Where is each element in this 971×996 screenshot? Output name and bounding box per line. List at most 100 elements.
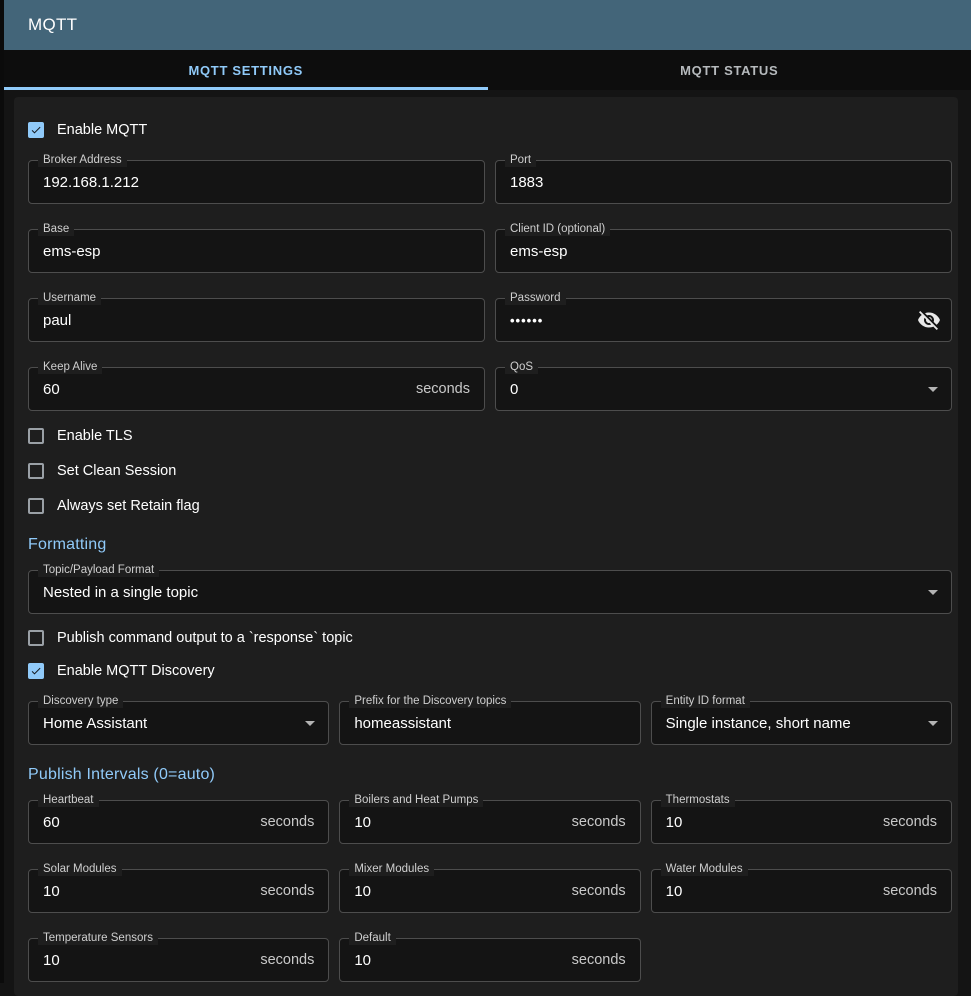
checkmark-icon	[30, 664, 42, 678]
settings-panel: Enable MQTT Broker Address 192.168.1.212…	[14, 97, 958, 996]
qos-label: QoS	[505, 361, 538, 374]
tab-mqtt-status-label: MQTT STATUS	[680, 63, 778, 78]
default-value: 10	[354, 952, 563, 969]
boilers-interval-field[interactable]: Boilers and Heat Pumps 10 seconds	[339, 800, 640, 844]
discovery-type-select[interactable]: Discovery type Home Assistant	[28, 701, 329, 745]
dropdown-arrow-icon	[298, 711, 322, 735]
enable-mqtt-discovery-label: Enable MQTT Discovery	[57, 663, 215, 679]
broker-port-row: Broker Address 192.168.1.212 Port 1883	[28, 160, 952, 204]
topic-payload-format-value: Nested in a single topic	[43, 584, 921, 601]
default-label: Default	[349, 932, 395, 945]
checkbox-checked-icon	[28, 122, 44, 138]
port-value: 1883	[510, 174, 937, 191]
publish-intervals-heading: Publish Intervals (0=auto)	[28, 766, 952, 784]
temperature-sensors-unit: seconds	[260, 952, 314, 968]
boilers-value: 10	[354, 814, 563, 831]
topic-format-row: Topic/Payload Format Nested in a single …	[28, 570, 952, 614]
enable-mqtt-label: Enable MQTT	[57, 122, 147, 138]
app-bar: MQTT	[4, 0, 971, 50]
water-unit: seconds	[883, 883, 937, 899]
solar-interval-field[interactable]: Solar Modules 10 seconds	[28, 869, 329, 913]
boilers-unit: seconds	[572, 814, 626, 830]
password-value: ••••••	[510, 313, 917, 328]
retain-flag-checkbox[interactable]: Always set Retain flag	[28, 497, 200, 514]
mqtt-settings-page: MQTT MQTT SETTINGS MQTT STATUS Enable MQ…	[4, 0, 971, 996]
tab-mqtt-status[interactable]: MQTT STATUS	[488, 50, 971, 90]
discovery-prefix-field[interactable]: Prefix for the Discovery topics homeassi…	[339, 701, 640, 745]
enable-mqtt-checkbox[interactable]: Enable MQTT	[28, 121, 147, 138]
empty-cell	[651, 938, 952, 982]
heartbeat-interval-field[interactable]: Heartbeat 60 seconds	[28, 800, 329, 844]
discovery-row: Discovery type Home Assistant Prefix for…	[28, 701, 952, 745]
default-unit: seconds	[572, 952, 626, 968]
clean-session-label: Set Clean Session	[57, 463, 176, 479]
keepalive-qos-row: Keep Alive 60 seconds QoS 0	[28, 367, 952, 411]
base-value: ems-esp	[43, 243, 470, 260]
intervals-row-2: Solar Modules 10 seconds Mixer Modules 1…	[28, 869, 952, 913]
thermostats-unit: seconds	[883, 814, 937, 830]
thermostats-value: 10	[666, 814, 875, 831]
tab-mqtt-settings-label: MQTT SETTINGS	[188, 63, 303, 78]
tab-bar: MQTT SETTINGS MQTT STATUS	[4, 50, 971, 90]
enable-mqtt-discovery-checkbox[interactable]: Enable MQTT Discovery	[28, 662, 215, 679]
port-label: Port	[505, 154, 536, 167]
base-field[interactable]: Base ems-esp	[28, 229, 485, 273]
checkbox-unchecked-icon	[28, 428, 44, 444]
tab-mqtt-settings[interactable]: MQTT SETTINGS	[4, 50, 488, 90]
enable-tls-label: Enable TLS	[57, 428, 133, 444]
default-interval-field[interactable]: Default 10 seconds	[339, 938, 640, 982]
client-id-field[interactable]: Client ID (optional) ems-esp	[495, 229, 952, 273]
username-value: paul	[43, 312, 470, 329]
credentials-row: Username paul Password ••••••	[28, 298, 952, 342]
dropdown-arrow-icon	[921, 580, 945, 604]
base-clientid-row: Base ems-esp Client ID (optional) ems-es…	[28, 229, 952, 273]
dropdown-arrow-icon	[921, 377, 945, 401]
entity-id-format-select[interactable]: Entity ID format Single instance, short …	[651, 701, 952, 745]
discovery-prefix-label: Prefix for the Discovery topics	[349, 695, 511, 708]
dropdown-arrow-icon	[921, 711, 945, 735]
password-label: Password	[505, 292, 566, 305]
broker-address-field[interactable]: Broker Address 192.168.1.212	[28, 160, 485, 204]
mixer-unit: seconds	[572, 883, 626, 899]
checkbox-unchecked-icon	[28, 630, 44, 646]
clean-session-checkbox[interactable]: Set Clean Session	[28, 462, 176, 479]
username-label: Username	[38, 292, 101, 305]
publish-response-label: Publish command output to a `response` t…	[57, 630, 353, 646]
enable-tls-checkbox[interactable]: Enable TLS	[28, 427, 133, 444]
mixer-value: 10	[354, 883, 563, 900]
topic-payload-format-label: Topic/Payload Format	[38, 564, 159, 577]
base-label: Base	[38, 223, 74, 236]
username-field[interactable]: Username paul	[28, 298, 485, 342]
qos-value: 0	[510, 381, 921, 398]
qos-select[interactable]: QoS 0	[495, 367, 952, 411]
window-left-edge	[0, 0, 4, 983]
temperature-sensors-label: Temperature Sensors	[38, 932, 158, 945]
entity-id-format-value: Single instance, short name	[666, 715, 921, 732]
topic-payload-format-select[interactable]: Topic/Payload Format Nested in a single …	[28, 570, 952, 614]
water-label: Water Modules	[661, 863, 748, 876]
intervals-row-1: Heartbeat 60 seconds Boilers and Heat Pu…	[28, 800, 952, 844]
water-interval-field[interactable]: Water Modules 10 seconds	[651, 869, 952, 913]
port-field[interactable]: Port 1883	[495, 160, 952, 204]
mixer-label: Mixer Modules	[349, 863, 434, 876]
checkbox-unchecked-icon	[28, 463, 44, 479]
formatting-heading: Formatting	[28, 536, 952, 554]
mixer-interval-field[interactable]: Mixer Modules 10 seconds	[339, 869, 640, 913]
checkbox-unchecked-icon	[28, 498, 44, 514]
keep-alive-field[interactable]: Keep Alive 60 seconds	[28, 367, 485, 411]
solar-unit: seconds	[260, 883, 314, 899]
publish-response-checkbox[interactable]: Publish command output to a `response` t…	[28, 629, 353, 646]
client-id-label: Client ID (optional)	[505, 223, 610, 236]
temperature-sensors-interval-field[interactable]: Temperature Sensors 10 seconds	[28, 938, 329, 982]
retain-flag-label: Always set Retain flag	[57, 498, 200, 514]
password-field[interactable]: Password ••••••	[495, 298, 952, 342]
entity-id-format-label: Entity ID format	[661, 695, 750, 708]
visibility-off-icon[interactable]	[917, 308, 941, 332]
checkbox-checked-icon	[28, 663, 44, 679]
intervals-row-3: Temperature Sensors 10 seconds Default 1…	[28, 938, 952, 982]
thermostats-interval-field[interactable]: Thermostats 10 seconds	[651, 800, 952, 844]
broker-address-label: Broker Address	[38, 154, 127, 167]
discovery-type-label: Discovery type	[38, 695, 123, 708]
broker-address-value: 192.168.1.212	[43, 174, 470, 191]
discovery-prefix-value: homeassistant	[354, 715, 625, 732]
